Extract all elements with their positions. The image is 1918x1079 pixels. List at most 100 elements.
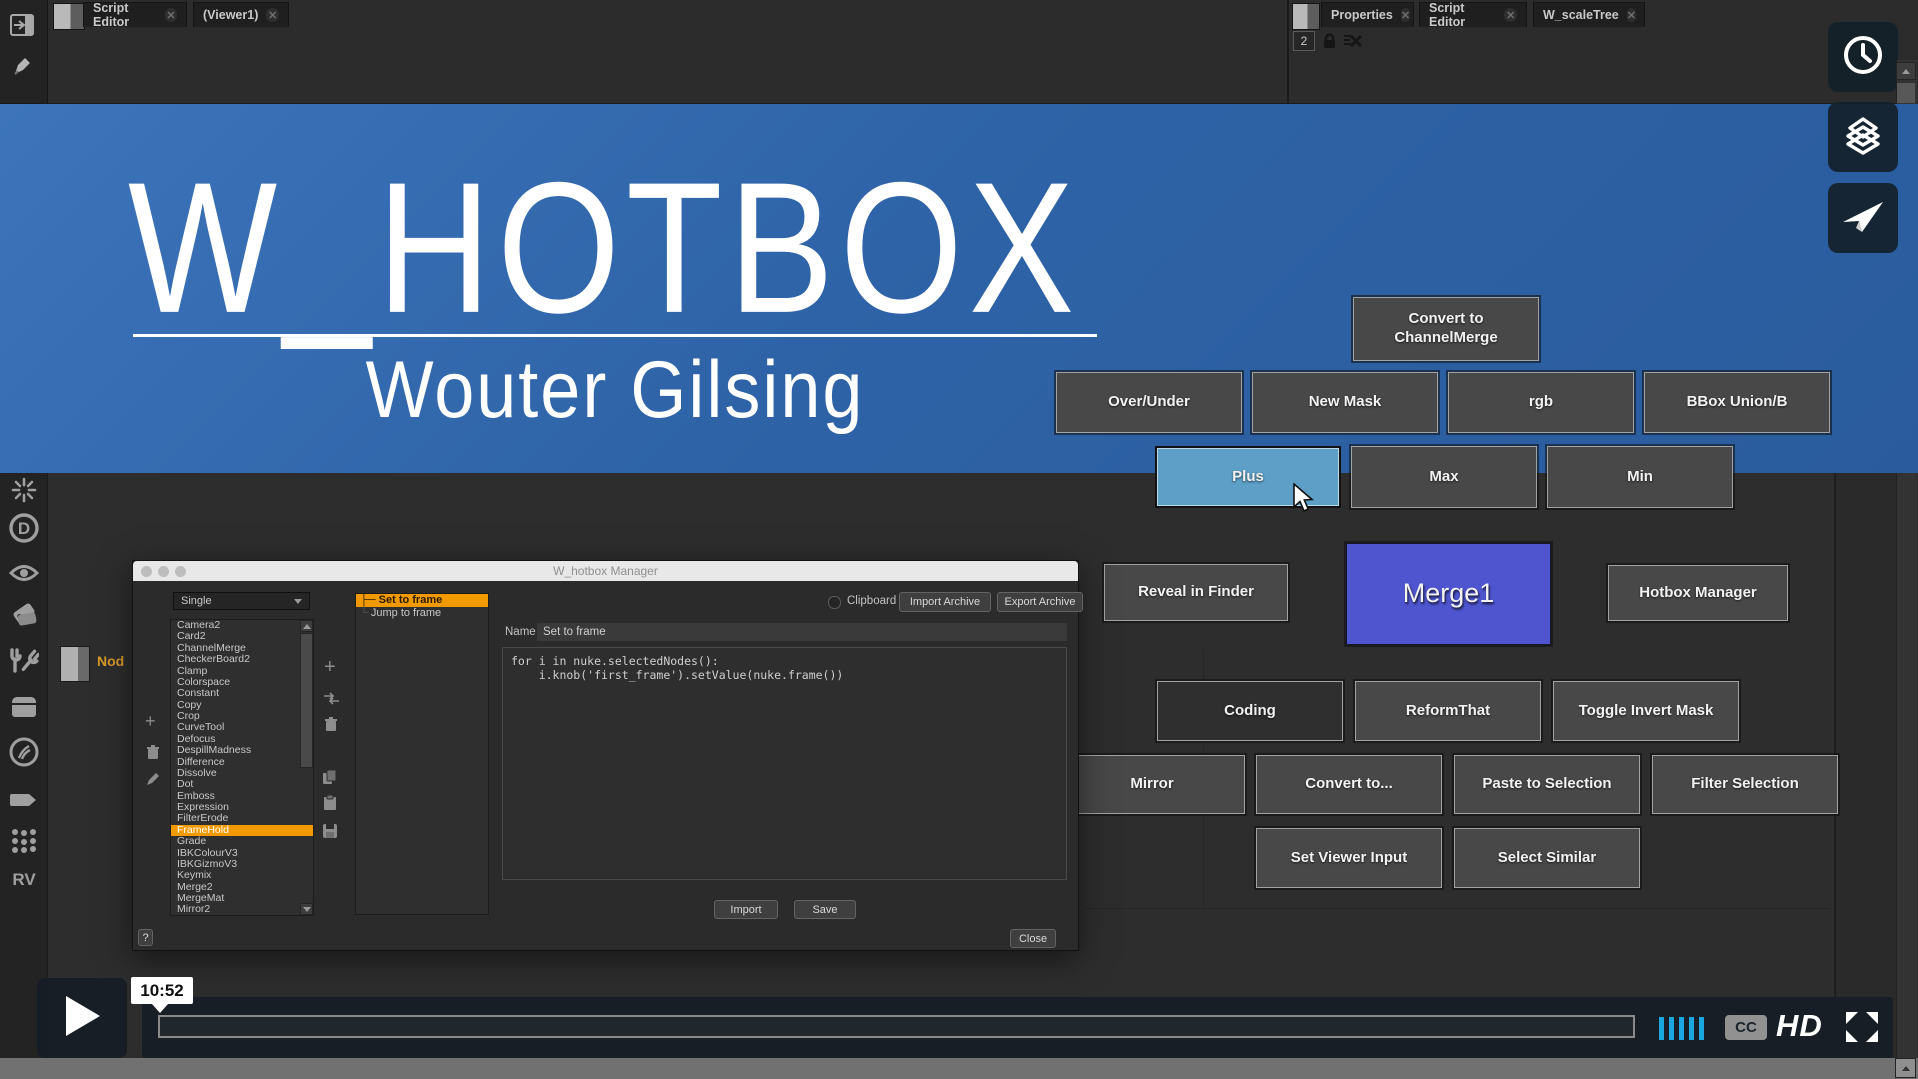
mode-select[interactable]: Single xyxy=(173,592,310,610)
scroll-up-button[interactable] xyxy=(300,620,313,632)
tab-script-editor-right[interactable]: Script Editor ✕ xyxy=(1419,2,1527,27)
node-graph-tab-label[interactable]: Nod xyxy=(97,653,124,669)
fullscreen-button[interactable] xyxy=(1846,1012,1878,1047)
scrollbar-thumb-top[interactable] xyxy=(1897,83,1915,103)
close-icon[interactable]: ✕ xyxy=(266,8,279,22)
scrollbar-thumb[interactable] xyxy=(300,633,313,768)
d-circle-icon[interactable]: D xyxy=(8,512,40,544)
hotbox-convert-channelmerge[interactable]: Convert to ChannelMerge xyxy=(1353,297,1539,361)
hotbox-bbox-union[interactable]: BBox Union/B xyxy=(1644,372,1830,433)
list-item[interactable]: Keymix xyxy=(171,870,313,881)
drawer-icon[interactable] xyxy=(8,691,40,723)
hotbox-rgb[interactable]: rgb xyxy=(1448,372,1634,433)
tree-item-selected[interactable]: ├─ Set to frame xyxy=(356,594,488,607)
merge1-node[interactable]: Merge1 xyxy=(1346,543,1551,645)
hotbox-max[interactable]: Max xyxy=(1351,446,1537,508)
list-item[interactable]: Grade xyxy=(171,836,313,847)
clear-all-icon[interactable] xyxy=(1343,33,1363,54)
scroll-up-arrow[interactable] xyxy=(1896,62,1916,80)
swirl-icon[interactable] xyxy=(8,736,40,768)
share-button[interactable] xyxy=(1828,183,1898,253)
lock-icon[interactable] xyxy=(1321,32,1338,54)
close-icon[interactable]: ✕ xyxy=(1401,8,1410,22)
collections-button[interactable] xyxy=(1828,102,1898,172)
scroll-down-button[interactable] xyxy=(300,903,313,915)
play-button[interactable] xyxy=(37,978,127,1058)
paste-icon[interactable] xyxy=(322,795,338,816)
hotbox-over-under[interactable]: Over/Under xyxy=(1056,372,1242,433)
tab-w-scaletree[interactable]: W_scaleTree ✕ xyxy=(1533,2,1645,27)
close-button[interactable]: Close xyxy=(1010,929,1056,948)
node-graph-corner[interactable] xyxy=(60,646,90,682)
add-icon[interactable]: + xyxy=(145,714,156,728)
pane-corner-left[interactable] xyxy=(53,3,85,30)
help-button[interactable]: ? xyxy=(138,929,153,946)
window-zoom-light[interactable] xyxy=(175,566,186,577)
hotbox-select-similar[interactable]: Select Similar xyxy=(1454,828,1640,888)
hotbox-min[interactable]: Min xyxy=(1547,446,1733,508)
volume-bar[interactable] xyxy=(1699,1017,1704,1040)
window-close-light[interactable] xyxy=(141,566,152,577)
dialog-titlebar[interactable]: W_hotbox Manager xyxy=(133,561,1078,581)
duplicate-icon[interactable] xyxy=(323,692,340,710)
list-item[interactable]: Dot xyxy=(171,779,313,790)
add-script-icon[interactable]: + xyxy=(324,660,336,674)
copy-icon[interactable] xyxy=(322,769,338,790)
hotbox-convert-to[interactable]: Convert to... xyxy=(1256,755,1442,814)
hotbox-coding[interactable]: Coding xyxy=(1157,681,1343,741)
tree-item[interactable]: └ Jump to frame xyxy=(356,607,488,620)
pane-corner-right[interactable] xyxy=(1292,3,1320,30)
save-doc-icon[interactable] xyxy=(322,823,338,844)
hotbox-set-viewer-input[interactable]: Set Viewer Input xyxy=(1256,828,1442,888)
list-item[interactable]: CheckerBoard2 xyxy=(171,654,313,665)
window-minimize-light[interactable] xyxy=(158,566,169,577)
tab-properties[interactable]: Properties ✕ xyxy=(1321,2,1414,27)
pane-arrow-icon[interactable] xyxy=(10,14,34,41)
tag-icon[interactable] xyxy=(8,597,40,629)
code-editor[interactable]: for i in nuke.selectedNodes(): i.knob('f… xyxy=(502,647,1067,880)
wrench-icon[interactable] xyxy=(8,645,40,677)
hotbox-reveal-in-finder[interactable]: Reveal in Finder xyxy=(1104,564,1288,621)
watch-later-button[interactable] xyxy=(1828,22,1898,92)
close-icon[interactable]: ✕ xyxy=(165,8,177,22)
list-item[interactable]: Constant xyxy=(171,688,313,699)
hotbox-toggle-invert-mask[interactable]: Toggle Invert Mask xyxy=(1553,681,1739,741)
volume-bar[interactable] xyxy=(1669,1017,1674,1040)
node-list[interactable]: Camera2 Card2 ChannelMerge CheckerBoard2… xyxy=(170,619,314,916)
close-icon[interactable]: ✕ xyxy=(1627,8,1636,22)
progress-bar[interactable] xyxy=(158,1015,1635,1038)
tab-viewer1[interactable]: (Viewer1) ✕ xyxy=(193,2,289,27)
pen-icon[interactable] xyxy=(12,56,32,82)
cc-button[interactable]: CC xyxy=(1725,1015,1767,1040)
eye-icon[interactable] xyxy=(8,557,40,589)
capsule-icon[interactable] xyxy=(8,784,40,816)
properties-count[interactable]: 2 xyxy=(1293,31,1315,51)
edit-pencil-icon[interactable] xyxy=(146,772,160,791)
hotbox-new-mask[interactable]: New Mask xyxy=(1252,372,1438,433)
name-field[interactable]: Set to frame xyxy=(537,623,1067,641)
volume-bar[interactable] xyxy=(1689,1017,1694,1040)
import-archive-button[interactable]: Import Archive xyxy=(899,592,991,612)
dots-grid-icon[interactable] xyxy=(8,825,40,857)
save-button[interactable]: Save xyxy=(794,900,856,919)
script-tree[interactable]: ├─ Set to frame └ Jump to frame xyxy=(355,593,489,915)
hotbox-filter-selection[interactable]: Filter Selection xyxy=(1652,755,1838,814)
hotbox-mirror[interactable]: Mirror xyxy=(1059,755,1245,814)
tab-script-editor-left[interactable]: Script Editor ✕ xyxy=(83,2,187,27)
trash-icon[interactable] xyxy=(146,745,160,765)
delete-script-icon[interactable] xyxy=(324,717,338,737)
export-archive-button[interactable]: Export Archive xyxy=(997,592,1083,612)
list-item[interactable]: Mirror2 xyxy=(171,904,313,915)
scroll-bottom-arrow[interactable] xyxy=(1895,1058,1916,1078)
scrollbar-track-bottom[interactable] xyxy=(1896,473,1917,1058)
burst-icon[interactable] xyxy=(8,474,40,506)
import-button[interactable]: Import xyxy=(714,900,778,919)
list-item[interactable]: DespillMadness xyxy=(171,745,313,756)
hotbox-manager-button[interactable]: Hotbox Manager xyxy=(1608,565,1788,621)
clipboard-radio[interactable] xyxy=(828,596,841,609)
hotbox-paste-to-selection[interactable]: Paste to Selection xyxy=(1454,755,1640,814)
hotbox-reformthat[interactable]: ReformThat xyxy=(1355,681,1541,741)
rv-tool[interactable]: RV xyxy=(8,864,40,896)
volume-bar[interactable] xyxy=(1679,1017,1684,1040)
close-icon[interactable]: ✕ xyxy=(1504,8,1517,22)
